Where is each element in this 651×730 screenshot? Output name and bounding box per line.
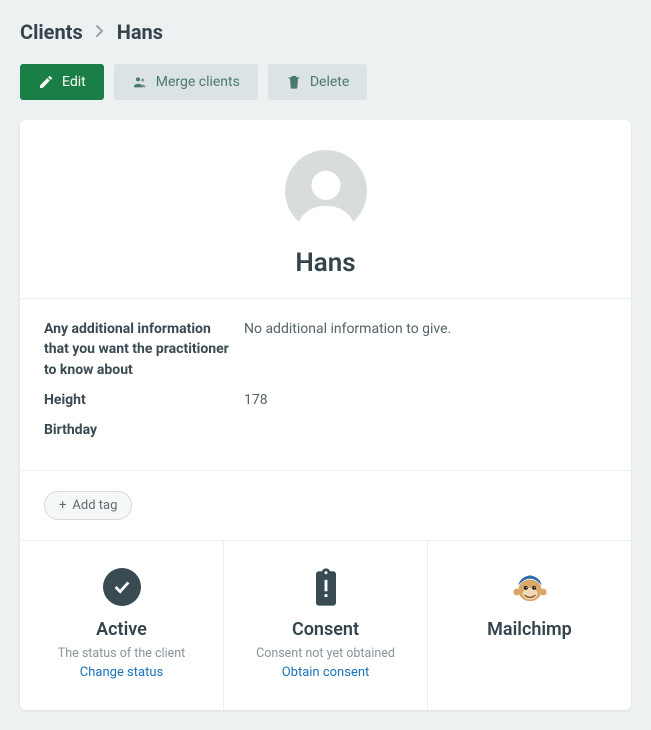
- detail-row: Height 178: [44, 390, 607, 410]
- mailchimp-icon: [510, 567, 550, 607]
- person-icon: [291, 162, 361, 232]
- status-row: Active The status of the client Change s…: [20, 540, 631, 710]
- status-active-cell: Active The status of the client Change s…: [20, 541, 224, 710]
- detail-value: No additional information to give.: [244, 319, 607, 380]
- detail-value: [244, 420, 607, 440]
- merge-clients-button[interactable]: Merge clients: [114, 64, 258, 100]
- detail-label: Height: [44, 390, 244, 410]
- merge-icon: [132, 74, 148, 90]
- pencil-icon: [38, 74, 54, 90]
- action-bar: Edit Merge clients Delete: [20, 64, 631, 100]
- status-consent-cell: Consent Consent not yet obtained Obtain …: [224, 541, 428, 710]
- breadcrumb-root[interactable]: Clients: [20, 20, 83, 44]
- clipboard-alert-icon: [306, 567, 346, 607]
- status-active-subtitle: The status of the client: [32, 646, 211, 661]
- client-name: Hans: [40, 248, 611, 278]
- status-active-title: Active: [32, 619, 211, 640]
- client-card: Hans Any additional information that you…: [20, 120, 631, 710]
- obtain-consent-link[interactable]: Obtain consent: [236, 665, 415, 680]
- detail-row: Birthday: [44, 420, 607, 440]
- avatar: [285, 150, 367, 232]
- breadcrumb: Clients Hans: [20, 20, 631, 44]
- change-status-link[interactable]: Change status: [32, 665, 211, 680]
- check-circle-icon: [102, 567, 142, 607]
- status-mailchimp-title: Mailchimp: [440, 619, 619, 640]
- trash-icon: [286, 74, 302, 90]
- detail-label: Any additional information that you want…: [44, 319, 244, 380]
- profile-header: Hans: [20, 120, 631, 299]
- edit-button[interactable]: Edit: [20, 64, 104, 100]
- details-section: Any additional information that you want…: [20, 299, 631, 471]
- breadcrumb-current: Hans: [117, 20, 163, 44]
- detail-value: 178: [244, 390, 607, 410]
- status-consent-title: Consent: [236, 619, 415, 640]
- plus-icon: +: [59, 498, 66, 513]
- add-tag-button[interactable]: + Add tag: [44, 491, 132, 520]
- delete-button[interactable]: Delete: [268, 64, 367, 100]
- merge-button-label: Merge clients: [156, 74, 240, 90]
- tags-section: + Add tag: [20, 471, 631, 540]
- status-mailchimp-cell: Mailchimp: [428, 541, 631, 710]
- edit-button-label: Edit: [62, 74, 86, 90]
- chevron-right-icon: [95, 23, 105, 42]
- add-tag-label: Add tag: [72, 498, 117, 513]
- status-consent-subtitle: Consent not yet obtained: [236, 646, 415, 661]
- detail-label: Birthday: [44, 420, 244, 440]
- detail-row: Any additional information that you want…: [44, 319, 607, 380]
- delete-button-label: Delete: [310, 74, 349, 90]
